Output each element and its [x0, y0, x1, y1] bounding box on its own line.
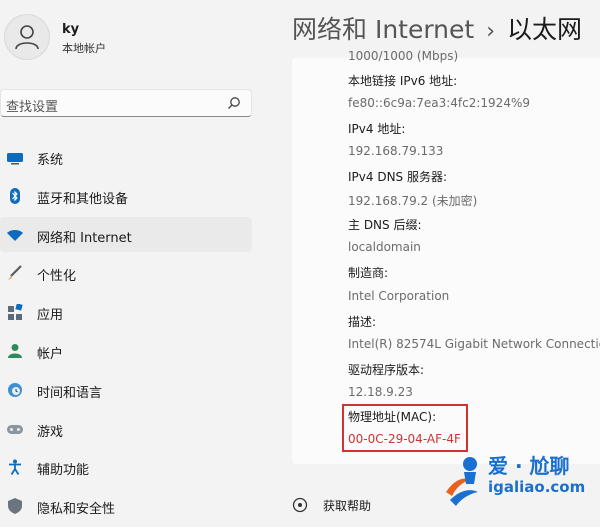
manufacturer-label: 制造商:	[348, 266, 389, 280]
manufacturer-value: Intel Corporation	[348, 289, 450, 303]
brush-icon	[8, 265, 22, 281]
driver-version-value: 12.18.9.23	[348, 385, 413, 399]
sidebar-item-apps[interactable]: 应用	[0, 294, 252, 329]
sidebar-item-label: 个性化	[37, 269, 77, 285]
sidebar-item-system[interactable]: 系统	[0, 139, 252, 174]
sidebar-item-network[interactable]: 网络和 Internet	[0, 216, 252, 252]
ipv4-value: 192.168.79.133	[348, 144, 444, 158]
sidebar-item-label: 隐私和安全性	[37, 502, 116, 518]
watermark: 爱 · 尬聊 igaliao.com	[440, 448, 600, 513]
watermark-title: 爱 · 尬聊	[488, 454, 570, 478]
search-box[interactable]: 查找设置	[0, 89, 252, 117]
dns-server-label: IPv4 DNS 服务器:	[348, 170, 448, 184]
person-icon	[15, 25, 39, 50]
get-help-link[interactable]: 获取帮助	[323, 497, 371, 514]
sidebar-item-label: 蓝牙和其他设备	[37, 191, 129, 207]
description-label: 描述:	[348, 315, 377, 329]
user-name: ky	[62, 22, 80, 37]
breadcrumb: 网络和 Internet › 以太网	[292, 10, 582, 46]
shield-icon	[8, 498, 22, 515]
dns-server-value: 192.168.79.2 (未加密)	[348, 194, 478, 208]
search-input[interactable]: 查找设置	[6, 96, 58, 115]
wifi-icon	[7, 229, 23, 241]
apps-icon	[8, 304, 23, 321]
sidebar-item-label: 帐户	[37, 346, 64, 362]
sidebar-nav: 系统 蓝牙和其他设备 网络和 Internet 个性化 应用 帐户 时间和语言 …	[0, 139, 262, 527]
account-type: 本地帐户	[62, 42, 106, 55]
sidebar-item-accounts[interactable]: 帐户	[0, 333, 252, 368]
avatar[interactable]	[4, 14, 50, 60]
person-icon	[8, 343, 22, 358]
watermark-url: igaliao.com	[488, 478, 586, 496]
sidebar-item-accessibility[interactable]: 辅助功能	[0, 449, 252, 484]
mac-highlight-box	[342, 404, 468, 452]
sidebar-item-privacy[interactable]: 隐私和安全性	[0, 488, 252, 523]
ipv6-label: 本地链接 IPv6 地址:	[348, 74, 458, 88]
sidebar-item-label: 应用	[37, 308, 64, 324]
sidebar-item-label: 系统	[37, 153, 64, 168]
page-title: 以太网	[507, 15, 583, 44]
link-speed-value: 1000/1000 (Mbps)	[348, 49, 459, 63]
gamepad-icon	[7, 424, 23, 434]
dns-suffix-label: 主 DNS 后缀:	[348, 218, 422, 232]
sidebar-item-label: 时间和语言	[37, 385, 103, 401]
ipv6-value: fe80::6c9a:7ea3:4fc2:1924%9	[348, 96, 530, 110]
sidebar-item-gaming[interactable]: 游戏	[0, 411, 252, 446]
sidebar-item-label: 游戏	[37, 424, 64, 440]
sidebar-item-time-language[interactable]: 时间和语言	[0, 372, 252, 407]
accessibility-icon	[9, 459, 21, 476]
sidebar-item-personalization[interactable]: 个性化	[0, 255, 252, 290]
sidebar: ky 本地帐户 查找设置 系统 蓝牙和其他设备 网络和 Internet 个性化…	[0, 0, 262, 517]
ipv4-label: IPv4 地址:	[348, 122, 406, 136]
sidebar-item-label: 网络和 Internet	[37, 230, 132, 246]
search-icon[interactable]	[227, 96, 241, 110]
globe-clock-icon	[8, 382, 22, 397]
monitor-icon	[7, 153, 23, 165]
sidebar-item-label: 辅助功能	[37, 463, 90, 479]
help-icon[interactable]	[292, 497, 308, 513]
breadcrumb-parent-link[interactable]: 网络和 Internet	[292, 15, 474, 44]
sidebar-item-bluetooth[interactable]: 蓝牙和其他设备	[0, 178, 252, 213]
user-profile[interactable]: ky 本地帐户	[0, 8, 262, 64]
bluetooth-icon	[10, 187, 20, 204]
description-value: Intel(R) 82574L Gigabit Network Connecti…	[348, 337, 600, 351]
driver-version-label: 驱动程序版本:	[348, 363, 425, 377]
mascot-logo-icon	[446, 457, 478, 506]
chevron-right-icon: ›	[486, 19, 496, 44]
dns-suffix-value: localdomain	[348, 240, 421, 254]
